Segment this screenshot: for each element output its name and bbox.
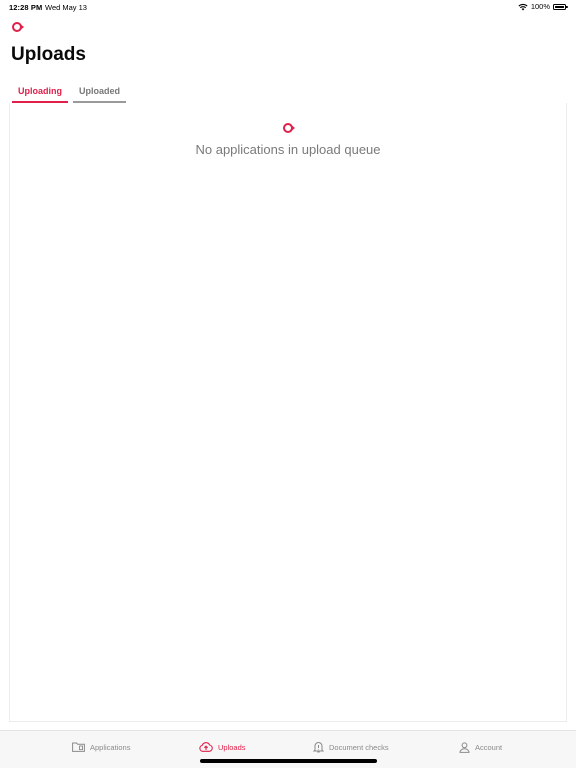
screen: 12:28 PM Wed May 13 100% Uploads Uploadi… (0, 0, 576, 768)
segment-tabs: Uploading Uploaded (12, 81, 127, 103)
folder-icon (72, 742, 85, 752)
nav-item-uploads[interactable]: Uploads (199, 740, 246, 754)
page-title: Uploads (11, 44, 86, 65)
tab-uploading[interactable]: Uploading (12, 81, 68, 103)
battery-icon (553, 3, 568, 10)
nav-label-document-checks: Document checks (329, 742, 389, 752)
nav-label-applications: Applications (90, 742, 131, 752)
cloud-upload-icon (199, 742, 213, 752)
wifi-icon (518, 3, 528, 10)
nav-item-applications[interactable]: Applications (72, 740, 130, 754)
empty-state-message: No applications in upload queue (195, 142, 381, 157)
status-date: Wed May 13 (45, 3, 87, 12)
nav-label-uploads: Uploads (218, 742, 246, 752)
nav-item-document-checks[interactable]: Document checks (313, 740, 389, 754)
person-icon (459, 741, 470, 753)
battery-percentage: 100% (530, 2, 550, 11)
home-indicator[interactable] (200, 759, 377, 763)
tab-uploaded[interactable]: Uploaded (73, 81, 127, 103)
empty-state-logo-icon (283, 123, 295, 133)
status-right: 100% (518, 2, 568, 11)
status-bar: 12:28 PM Wed May 13 100% (0, 0, 576, 14)
bell-alert-icon (313, 742, 324, 753)
brand-logo-icon (12, 22, 24, 32)
nav-item-account[interactable]: Account (459, 740, 502, 754)
status-time: 12:28 PM (9, 3, 43, 12)
nav-label-account: Account (475, 742, 503, 752)
upload-queue-panel: No applications in upload queue (9, 103, 567, 722)
